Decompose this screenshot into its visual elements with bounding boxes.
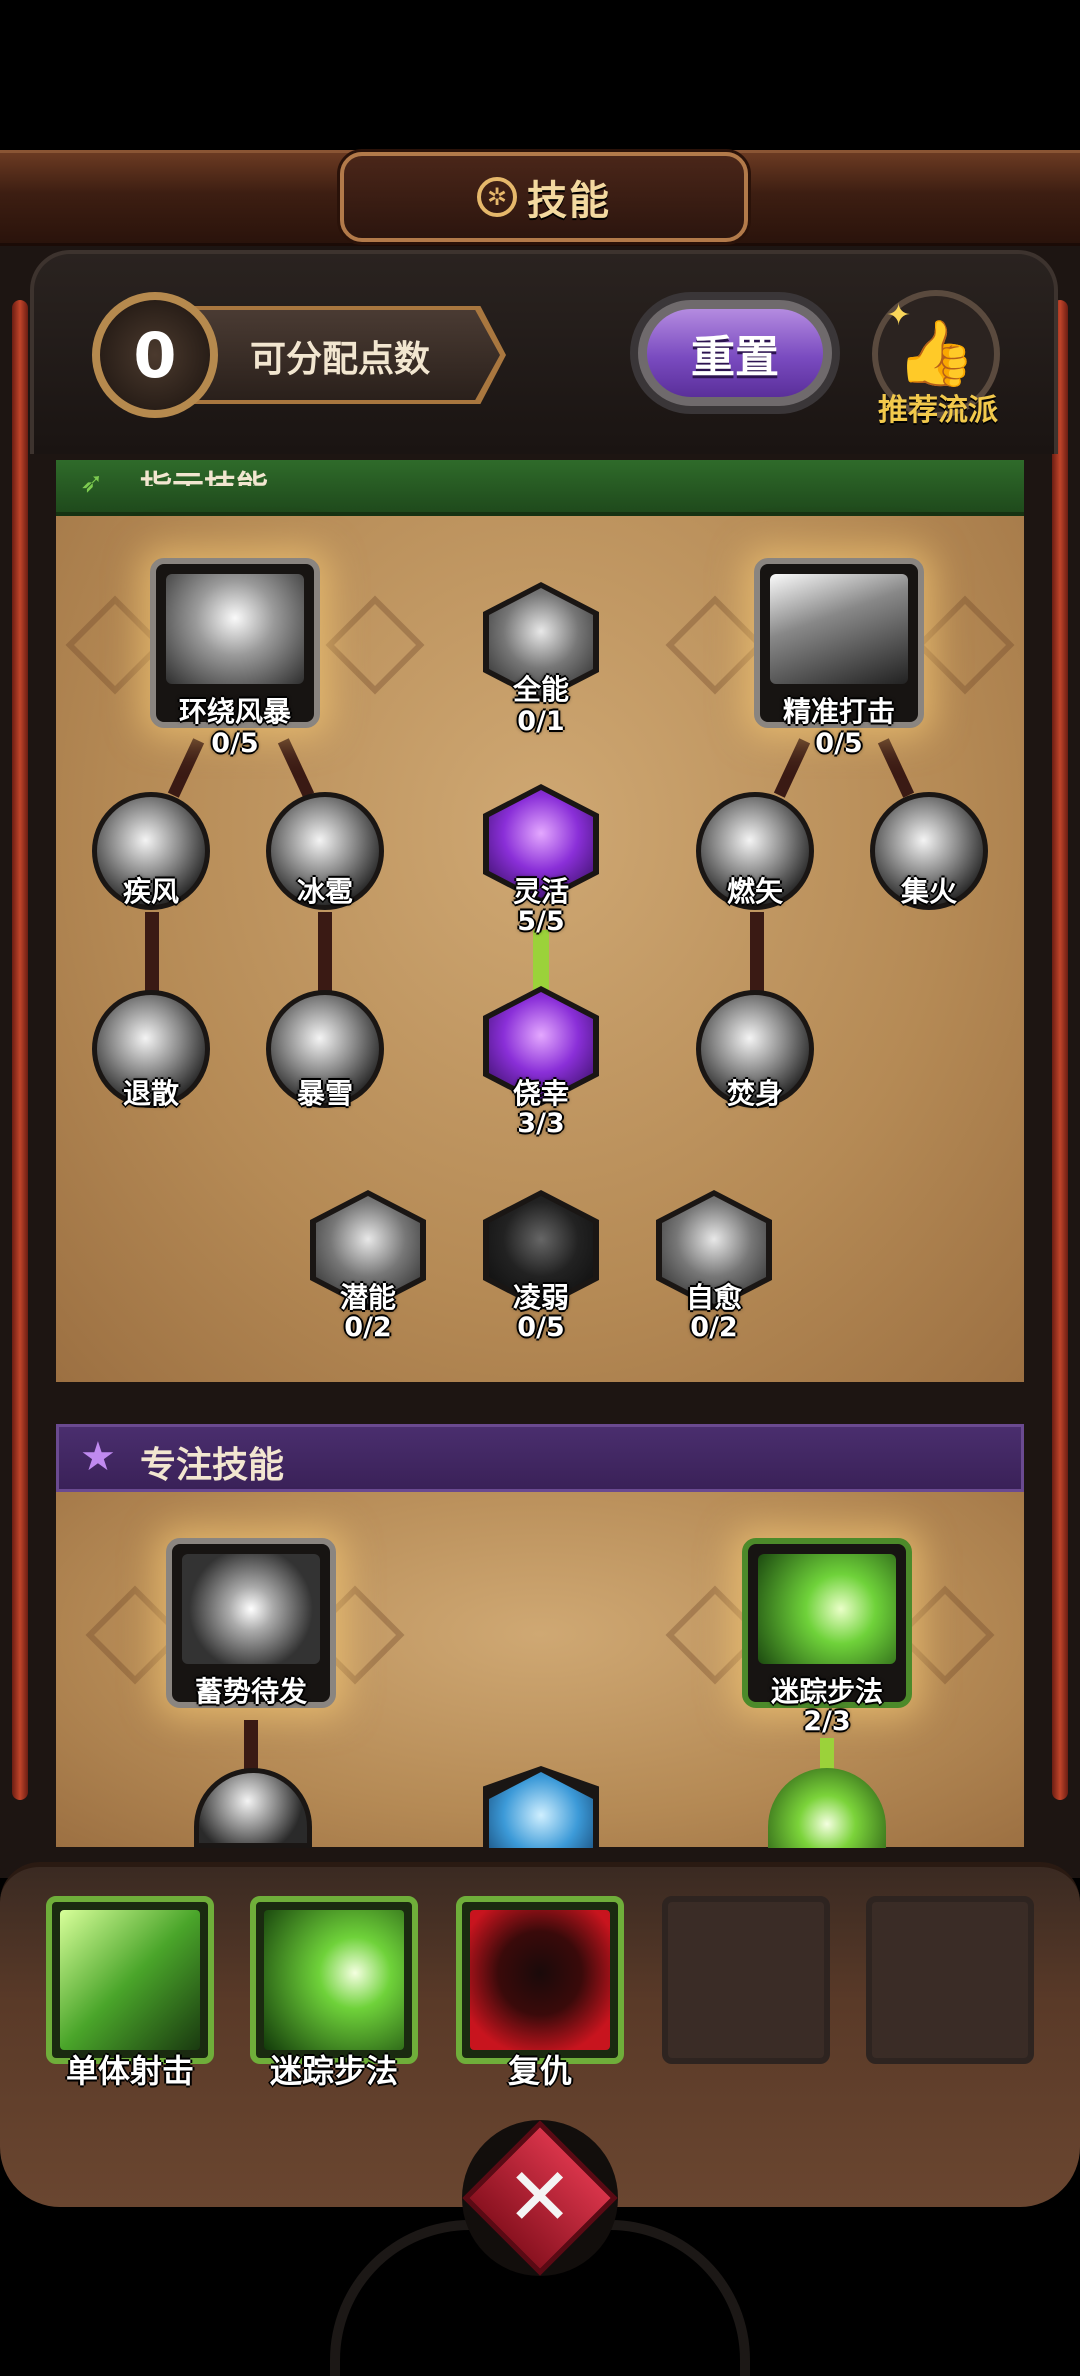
slot-label: 迷踪步法 bbox=[269, 2052, 398, 2090]
reset-button[interactable]: 重置 bbox=[630, 292, 840, 414]
frame-rail-left bbox=[12, 300, 28, 1800]
skill-count: 5/5 bbox=[517, 906, 565, 937]
skill-count: 0/2 bbox=[690, 1312, 738, 1343]
gear-wheel-icon: ✲ bbox=[477, 177, 517, 217]
skill-label: 蓄势待发 bbox=[194, 1675, 307, 1708]
skill-label: 集火 bbox=[900, 875, 957, 908]
points-label: 可分配点数 bbox=[250, 339, 431, 380]
points-value: 0 bbox=[92, 292, 218, 418]
skill-label: 迷踪步法 bbox=[770, 1675, 883, 1708]
skill-label: 焚身 bbox=[726, 1077, 783, 1110]
close-button[interactable]: ✕ bbox=[462, 2120, 618, 2276]
skill-label: 暴雪 bbox=[296, 1077, 353, 1110]
skill-count: 0/5 bbox=[517, 1312, 565, 1343]
title-plaque: ✲ 技能 bbox=[340, 152, 748, 242]
top-black-area bbox=[0, 0, 1080, 150]
section-divider bbox=[30, 1382, 1050, 1424]
skill-count: 0/5 bbox=[815, 728, 863, 759]
skill-label: 灵活 bbox=[512, 875, 569, 908]
slot-label: 单体射击 bbox=[65, 2052, 194, 2090]
star-icon: ★ bbox=[80, 1434, 116, 1480]
frame-rail-right bbox=[1052, 300, 1068, 1800]
equipped-slot-1[interactable] bbox=[46, 1896, 214, 2064]
close-button-body: ✕ bbox=[462, 2120, 618, 2276]
skill-count: 3/3 bbox=[517, 1108, 565, 1139]
page-title: 技能 bbox=[527, 178, 611, 224]
skill-label: 全能 bbox=[512, 673, 569, 706]
reset-button-label: 重置 bbox=[647, 309, 823, 397]
equipped-slot-4-empty[interactable] bbox=[662, 1896, 830, 2064]
skill-label: 精准打击 bbox=[782, 695, 895, 728]
skill-label: 环绕风暴 bbox=[178, 695, 291, 728]
skill-label: 自愈 bbox=[685, 1281, 742, 1314]
skill-label: 冰雹 bbox=[296, 875, 353, 908]
skill-label: 凌弱 bbox=[512, 1281, 569, 1314]
skill-count: 0/5 bbox=[211, 728, 259, 759]
tree-link bbox=[318, 912, 332, 992]
tree-link bbox=[244, 1720, 258, 1770]
skill-label: 疾风 bbox=[122, 875, 179, 908]
equipped-slot-2[interactable] bbox=[250, 1896, 418, 2064]
equipped-slot-5-empty[interactable] bbox=[866, 1896, 1034, 2064]
skill-label: 潜能 bbox=[339, 1281, 396, 1314]
recommend-label: 推荐流派 bbox=[878, 393, 998, 428]
tree-link bbox=[145, 912, 159, 992]
close-x-icon: ✕ bbox=[506, 2151, 574, 2244]
skill-count: 0/1 bbox=[517, 706, 565, 737]
skill-label: 燃矢 bbox=[726, 875, 783, 908]
skill-label: 侥幸 bbox=[512, 1077, 569, 1110]
equipped-slot-3[interactable] bbox=[456, 1896, 624, 2064]
tree-link-active bbox=[820, 1738, 834, 1770]
boot-icon: ➶ bbox=[80, 466, 104, 499]
slot-label: 复仇 bbox=[507, 2052, 572, 2090]
sparkle-icon: ✦ bbox=[886, 298, 912, 333]
skill-label: 退散 bbox=[122, 1077, 179, 1110]
section-title-focus: 专注技能 bbox=[140, 1445, 285, 1486]
skill-count: 2/3 bbox=[803, 1706, 851, 1737]
skill-count: 0/2 bbox=[344, 1312, 392, 1343]
tree-link-active bbox=[533, 930, 549, 992]
tree-link bbox=[750, 912, 764, 992]
